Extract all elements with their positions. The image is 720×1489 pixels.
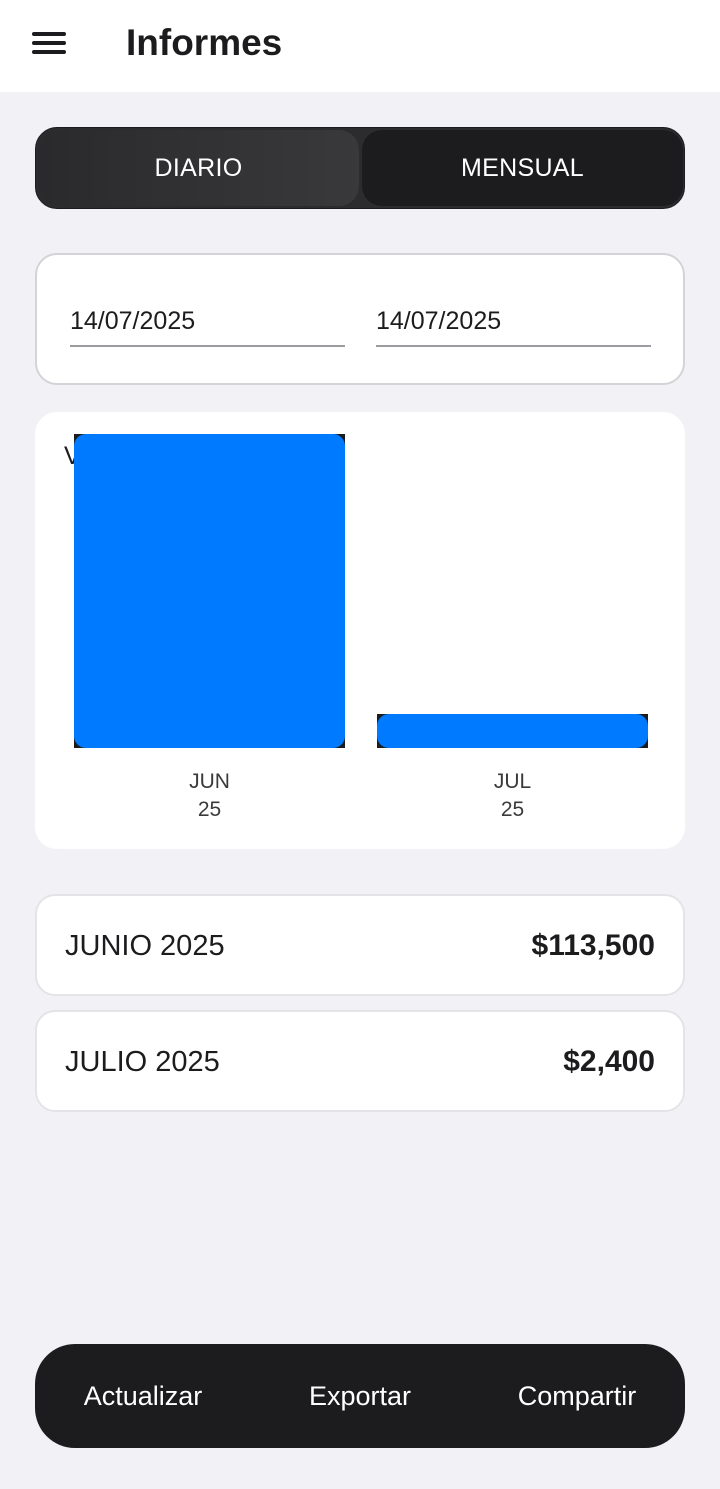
bottom-action-bar: Actualizar Exportar Compartir bbox=[35, 1344, 685, 1448]
x-tick-label: JUN bbox=[189, 770, 230, 793]
row-amount: $113,500 bbox=[531, 929, 655, 962]
share-button[interactable]: Compartir bbox=[477, 1344, 677, 1448]
row-amount: $2,400 bbox=[563, 1045, 655, 1078]
x-tick-label: JUL bbox=[494, 770, 531, 793]
page-title: Informes bbox=[126, 22, 283, 63]
list-item-june[interactable]: JUNIO 2025 $113,500 bbox=[35, 894, 685, 996]
refresh-button[interactable]: Actualizar bbox=[43, 1344, 243, 1448]
row-label: JUNIO 2025 bbox=[65, 930, 225, 962]
monthly-bar-chart: V JUN 25 JUL 25 bbox=[35, 412, 685, 849]
list-item-july[interactable]: JULIO 2025 $2,400 bbox=[35, 1010, 685, 1112]
hamburger-menu-icon[interactable] bbox=[32, 30, 66, 56]
start-date-field[interactable]: 14/07/2025 bbox=[70, 305, 345, 347]
tab-daily[interactable]: DIARIO bbox=[38, 130, 359, 206]
chart-canvas: JUN 25 JUL 25 bbox=[74, 434, 648, 821]
tab-monthly[interactable]: MENSUAL bbox=[362, 130, 683, 206]
chart-bar-1[interactable] bbox=[377, 714, 648, 748]
date-range-card: 14/07/2025 14/07/2025 bbox=[35, 253, 685, 385]
row-label: JULIO 2025 bbox=[65, 1046, 220, 1078]
chart-bar-0[interactable] bbox=[74, 434, 345, 748]
end-date-value: 14/07/2025 bbox=[376, 307, 502, 335]
x-tick-label: 25 bbox=[198, 798, 221, 821]
app-bar: Informes bbox=[0, 0, 720, 92]
x-tick-label: 25 bbox=[501, 798, 524, 821]
start-date-value: 14/07/2025 bbox=[70, 307, 196, 335]
end-date-field[interactable]: 14/07/2025 bbox=[376, 305, 651, 347]
period-segmented-control: DIARIO MENSUAL bbox=[35, 127, 685, 209]
export-button[interactable]: Exportar bbox=[260, 1344, 460, 1448]
